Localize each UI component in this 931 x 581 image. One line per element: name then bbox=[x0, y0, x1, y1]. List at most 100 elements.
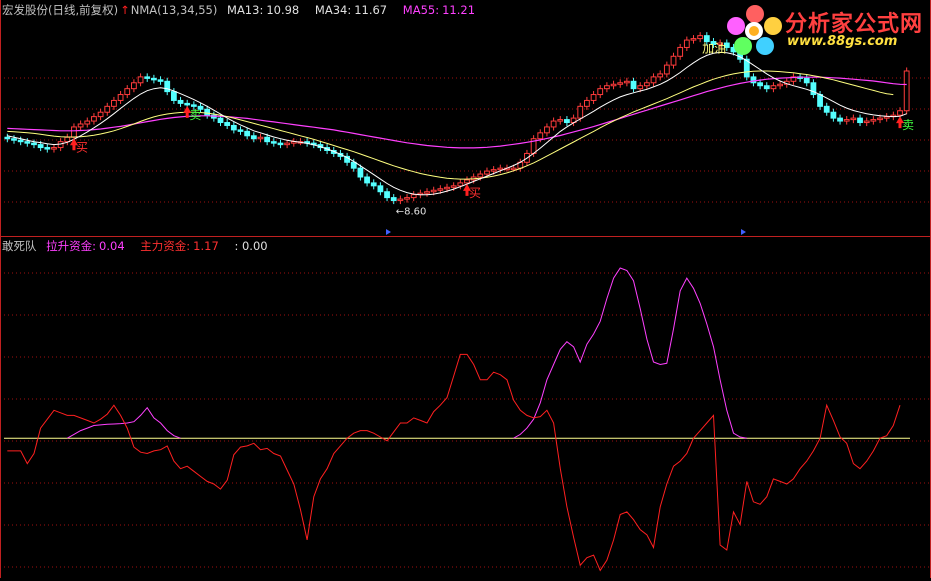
candle-body-32 bbox=[217, 117, 224, 124]
main-legend: 主力资金: 1.17 bbox=[140, 239, 224, 253]
candle-body-39 bbox=[264, 136, 271, 143]
flower-logo-icon bbox=[727, 5, 782, 55]
indicator2-title: 敢死队 bbox=[2, 239, 37, 253]
candle-body-104 bbox=[697, 35, 704, 40]
chart-stage: 买 卖买 加油卖 ←8.60 宏发股份(日线,前复权) ↑NMA(13,34,55) M… bbox=[0, 0, 931, 578]
candle-body-11 bbox=[77, 123, 84, 128]
candle-body-64 bbox=[430, 189, 437, 193]
candle-body-34 bbox=[230, 124, 237, 131]
candle-body-65 bbox=[437, 188, 444, 191]
candle-body-69 bbox=[464, 179, 470, 184]
ma13-line bbox=[7, 51, 907, 196]
candle-body-30 bbox=[204, 108, 211, 116]
candle-body-21 bbox=[144, 76, 151, 79]
lift-label: 拉升资金: bbox=[46, 239, 97, 253]
signal-label-0: 买 bbox=[76, 140, 88, 154]
candle-body-53 bbox=[357, 167, 364, 178]
candle-body-131 bbox=[877, 117, 883, 121]
candle-body-94 bbox=[630, 80, 637, 90]
candle-body-54 bbox=[364, 176, 370, 184]
candle-body-20 bbox=[137, 76, 144, 84]
candle-body-57 bbox=[384, 191, 390, 199]
candle-body-95 bbox=[637, 85, 644, 90]
candle-body-130 bbox=[870, 119, 877, 122]
candle-body-63 bbox=[424, 191, 430, 194]
candle-body-4 bbox=[31, 142, 37, 146]
candle-body-88 bbox=[590, 94, 597, 101]
candle-body-86 bbox=[577, 105, 584, 119]
candle-body-90 bbox=[603, 85, 610, 90]
ma34-label: MA34: bbox=[314, 3, 352, 17]
candle-body-73 bbox=[490, 169, 497, 172]
candle-body-38 bbox=[257, 136, 264, 140]
candle-body-13 bbox=[91, 116, 97, 122]
candle-body-26 bbox=[177, 99, 184, 104]
logo-url: www.88gs.com bbox=[787, 34, 898, 49]
lift-fund-line-0 bbox=[67, 406, 181, 439]
candle-body-15 bbox=[104, 105, 111, 113]
main-value: 1.17 bbox=[193, 239, 219, 253]
extra-value: : 0.00 bbox=[234, 239, 268, 253]
main-fund-line bbox=[7, 353, 901, 572]
candle-body-56 bbox=[377, 185, 384, 193]
candle-body-12 bbox=[84, 120, 91, 125]
candle-body-114 bbox=[763, 85, 770, 90]
candle-body-71 bbox=[477, 173, 484, 178]
candle-body-33 bbox=[224, 122, 231, 126]
candle-body-87 bbox=[584, 99, 590, 107]
candle-body-93 bbox=[623, 80, 630, 84]
candle-body-103 bbox=[690, 38, 697, 41]
ma34-value: 11.67 bbox=[354, 3, 388, 17]
candle-body-66 bbox=[444, 186, 450, 190]
lift-legend: 拉升资金: 0.04 bbox=[46, 239, 130, 253]
stock-title: 宏发股份(日线,前复权) bbox=[2, 3, 119, 17]
candle-body-84 bbox=[564, 119, 570, 124]
indicator-name: NMA(13,34,55) bbox=[130, 3, 218, 17]
ma34-legend: MA34: 11.67 bbox=[315, 3, 393, 17]
candle-body-58 bbox=[390, 197, 397, 202]
candle-body-40 bbox=[270, 141, 277, 144]
candle-body-36 bbox=[244, 130, 251, 137]
candle-body-60 bbox=[404, 197, 410, 200]
candle-body-99 bbox=[663, 64, 670, 75]
candle-body-129 bbox=[863, 120, 870, 124]
candle-body-59 bbox=[397, 198, 404, 202]
candle-body-82 bbox=[550, 120, 557, 128]
candle-body-91 bbox=[610, 83, 617, 87]
candle-body-116 bbox=[777, 83, 783, 87]
ma13-label: MA13: bbox=[227, 3, 264, 17]
candle-body-7 bbox=[51, 147, 57, 150]
candle-body-27 bbox=[184, 102, 191, 106]
top-header: 宏发股份(日线,前复权) ↑NMA(13,34,55) MA13: 10.98 MA… bbox=[2, 2, 487, 18]
site-logo[interactable]: 分析家公式网 www.88gs.com bbox=[725, 4, 925, 56]
candle-body-5 bbox=[37, 144, 44, 149]
candle-body-98 bbox=[657, 73, 664, 78]
candle-body-19 bbox=[131, 82, 137, 90]
candle-body-113 bbox=[757, 82, 764, 87]
scroll-marker-icon-1 bbox=[741, 229, 746, 235]
main-label: 主力资金: bbox=[140, 239, 191, 253]
candle-body-123 bbox=[823, 105, 830, 113]
candle-body-61 bbox=[410, 194, 417, 199]
candle-body-22 bbox=[150, 77, 157, 81]
candle-body-18 bbox=[124, 88, 131, 96]
candle-body-6 bbox=[44, 147, 51, 150]
signal-label-4: 卖 bbox=[902, 118, 914, 132]
candle-body-100 bbox=[670, 55, 677, 66]
candle-body-23 bbox=[157, 79, 164, 82]
candle-body-28 bbox=[190, 104, 197, 107]
candle-body-16 bbox=[111, 99, 117, 107]
candle-body-55 bbox=[370, 182, 377, 187]
candle-body-72 bbox=[484, 170, 490, 175]
candle-body-24 bbox=[164, 80, 171, 93]
candle-body-68 bbox=[457, 182, 464, 187]
candle-body-14 bbox=[97, 111, 104, 118]
candle-body-0 bbox=[4, 136, 11, 140]
candle-body-115 bbox=[770, 85, 777, 90]
candle-body-128 bbox=[857, 117, 863, 124]
candle-body-41 bbox=[277, 142, 284, 146]
candle-body-37 bbox=[250, 135, 257, 140]
candle-body-76 bbox=[510, 167, 517, 171]
signal-label-1: 卖 bbox=[189, 108, 201, 122]
candle-body-67 bbox=[450, 185, 457, 188]
